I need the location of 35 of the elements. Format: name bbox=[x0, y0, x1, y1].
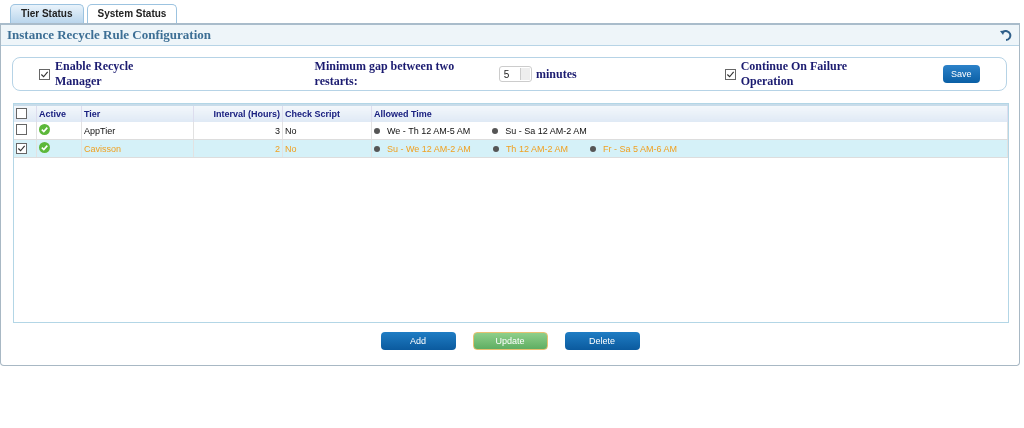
checkbox[interactable] bbox=[16, 107, 27, 119]
action-button[interactable]: Add bbox=[380, 332, 456, 350]
column-header: Tier bbox=[81, 105, 194, 122]
table-cell: No bbox=[282, 122, 372, 140]
undo-icon[interactable] bbox=[1000, 29, 1013, 41]
column-header: Active bbox=[36, 105, 82, 122]
save-button[interactable]: Save bbox=[942, 65, 980, 83]
time-range: Su - We 12 AM-2 AM bbox=[387, 143, 471, 154]
column-header: Check Script bbox=[282, 105, 372, 122]
number-field[interactable]: 5 bbox=[498, 66, 532, 82]
checkbox-label: Continue On Failure Operation bbox=[740, 59, 849, 89]
column-header: Allowed Time bbox=[371, 105, 1008, 122]
time-range: Su - Sa 12 AM-2 AM bbox=[505, 125, 587, 136]
bullet-icon bbox=[589, 145, 596, 152]
checkbox[interactable] bbox=[724, 68, 736, 80]
time-range: Fr - Sa 5 AM-6 AM bbox=[602, 143, 677, 154]
table-cell: AppTier bbox=[81, 122, 194, 140]
time-range: Th 12 AM-2 AM bbox=[505, 143, 568, 154]
bullet-icon bbox=[374, 145, 380, 152]
field-label: Minimum gap between two restarts: bbox=[314, 59, 456, 89]
panel-title: Instance Recycle Rule Configuration bbox=[7, 27, 211, 43]
tab[interactable]: Tier Status bbox=[10, 4, 84, 23]
unit-label: minutes bbox=[536, 66, 577, 82]
column-header: Interval (Hours) bbox=[193, 105, 283, 122]
checkbox[interactable] bbox=[16, 142, 27, 154]
tab[interactable]: System Status bbox=[86, 4, 178, 23]
checkbox[interactable] bbox=[16, 124, 27, 135]
checkbox-label: Enable Recycle Manager bbox=[55, 59, 135, 89]
checkbox[interactable] bbox=[39, 68, 50, 80]
bullet-icon bbox=[492, 145, 499, 152]
bullet-icon bbox=[374, 127, 380, 134]
time-range: We - Th 12 AM-5 AM bbox=[387, 125, 471, 136]
table-cell: 3 bbox=[193, 122, 283, 140]
action-button[interactable]: Delete bbox=[564, 332, 640, 350]
bullet-icon bbox=[492, 127, 499, 134]
